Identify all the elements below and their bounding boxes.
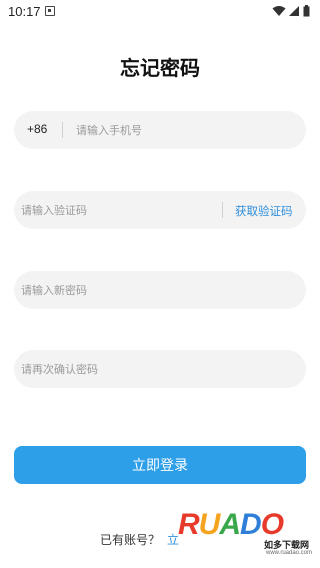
page-title: 忘记密码 xyxy=(120,56,200,80)
watermark-url: www.ruadao.com xyxy=(266,550,313,556)
account-prompt: 已有账号？ xyxy=(100,533,161,547)
confirm-password-input[interactable] xyxy=(21,350,296,388)
wifi-icon xyxy=(272,6,286,16)
signal-icon xyxy=(289,6,299,16)
new-password-field xyxy=(14,271,306,309)
new-password-input[interactable] xyxy=(21,271,296,309)
phone-input[interactable] xyxy=(76,111,296,149)
status-bar: 10:17 xyxy=(0,0,320,24)
watermark-wordmark: RUADO xyxy=(178,508,284,541)
phone-field: +86 xyxy=(14,111,306,149)
country-code-selector[interactable]: +86 xyxy=(27,122,47,136)
field-divider xyxy=(222,202,223,218)
get-code-button[interactable]: 获取验证码 xyxy=(235,203,293,219)
field-divider xyxy=(62,122,63,138)
sim-card-icon xyxy=(45,6,55,16)
verification-code-input[interactable] xyxy=(21,191,216,229)
confirm-password-field xyxy=(14,350,306,388)
status-time: 10:17 xyxy=(8,4,41,19)
verification-code-field: 获取验证码 xyxy=(14,191,306,229)
battery-icon xyxy=(303,5,310,17)
watermark-logo: RUADO 如多下载网 www.ruadao.com xyxy=(178,508,316,566)
login-button[interactable]: 立即登录 xyxy=(14,446,306,484)
